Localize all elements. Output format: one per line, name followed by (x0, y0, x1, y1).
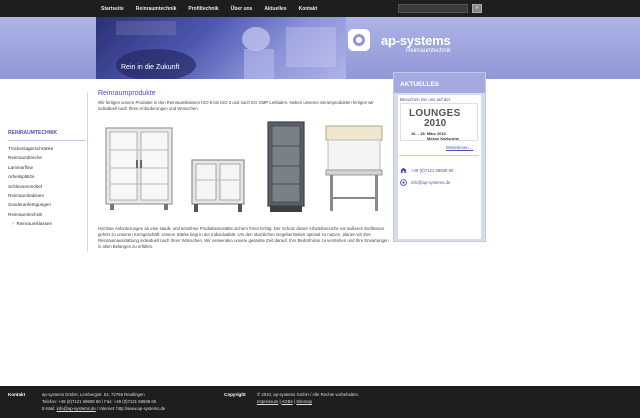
logo-subtitle: Reinraumtechnik (406, 48, 452, 54)
search-button[interactable]: » (472, 4, 482, 13)
nav-kontakt[interactable]: Kontakt (299, 6, 318, 12)
description-text: Höchste Anforderungen an eine staub- und… (98, 226, 389, 249)
footer-web-prefix: / Internet: (95, 406, 117, 411)
sidebar-item-arbeitsplaetze[interactable]: Arbeitsplätze (8, 172, 86, 181)
sidebar-item-sonderanfertigungen[interactable]: Sonderanfertigungen (8, 200, 86, 209)
nav-profiltechnik[interactable]: Profiltechnik (188, 6, 218, 12)
lounges-banner[interactable]: LOUNGES 2010 16. - 18. März 2010 Messe K… (400, 103, 478, 141)
read-more-link[interactable]: Weiterlesen ... (446, 145, 473, 150)
news-visit-text: Besuchen Sie uns auf der (400, 97, 451, 102)
sidebar-item-reinraumtechnik[interactable]: Reinraumtechnik (8, 210, 86, 219)
sidebar-item-laminarflow[interactable]: Laminarflow (8, 163, 86, 172)
sidebar-item-reinraumklassen[interactable]: Reinraumklassen (8, 219, 86, 228)
header-slogan: Rein in die Zukunft (121, 64, 180, 71)
search-input[interactable] (398, 4, 468, 13)
news-title: AKTUELLES (400, 81, 439, 88)
main-nav: Startseite Reinraumtechnik Profiltechnik… (101, 0, 317, 17)
logo-name: ap-systems (381, 33, 451, 48)
ap-systems-logo-icon[interactable] (348, 29, 370, 51)
product-gallery (98, 118, 390, 218)
sidebar-item-reinraumbreche[interactable]: Reinraumbreche (8, 153, 86, 162)
sidebar-item-trockenlagerschraenke[interactable]: Trockenlagerschränke (8, 144, 86, 153)
nav-startseite[interactable]: Startseite (101, 6, 124, 12)
nav-ueber-uns[interactable]: Über uns (231, 6, 253, 12)
footer-contact-phone: Telefon: +49 (0)7121 69608 60 / Fax: +49… (42, 399, 157, 404)
product-image-laminarflow[interactable] (324, 124, 384, 214)
news-email-link[interactable]: info@ap-systems.de (411, 180, 450, 185)
footer-contact-web: E-Mail: info@ap-systems.de / Internet: h… (42, 406, 165, 412)
product-image-cabinet-tall[interactable] (104, 126, 174, 212)
footer-copyright-text: © 2010, ap-systems GmbH / Alle Rechte vo… (257, 392, 360, 397)
intro-text: Wir fertigen unsere Produkte in den Rein… (98, 100, 374, 111)
footer-copyright-label: Copyright (224, 392, 246, 397)
footer-email-link[interactable]: info@ap-systems.de (57, 406, 96, 411)
nav-reinraumtechnik[interactable]: Reinraumtechnik (136, 6, 177, 12)
impressum-link[interactable]: Impressum (257, 399, 278, 404)
sidebar-title[interactable]: REINRAUMTECHNIK (8, 130, 86, 141)
top-bar (0, 0, 640, 17)
page-title: Reinraumprodukte (98, 90, 156, 97)
lounges-year: 2010 (424, 118, 447, 129)
footer-contact-address: ap-systems GmbH, Lembergstr. 54, 72766 R… (42, 392, 145, 397)
sidebar: REINRAUMTECHNIK Trockenlagerschränke Rei… (8, 130, 86, 229)
product-image-cabinet-low[interactable] (190, 158, 246, 214)
news-phone: +49 (0)7121 69608 60 (400, 167, 453, 174)
news-phone-number: +49 (0)7121 69608 60 (411, 168, 454, 173)
news-divider (399, 155, 479, 156)
footer-legal-links: Impressum | AGBs | Sitemap (257, 399, 312, 405)
main-content: Reinraumprodukte Wir fertigen unsere Pro… (98, 90, 390, 112)
lounges-place: Messe Karlsruhe (427, 136, 460, 141)
at-icon (400, 179, 407, 186)
sidebar-item-schleusenmoebel[interactable]: Schleusenmöbel (8, 182, 86, 191)
phone-icon (400, 167, 407, 174)
footer: Kontakt ap-systems GmbH, Lembergstr. 54,… (0, 386, 640, 418)
product-image-cabinet-dark[interactable] (266, 120, 306, 214)
nav-aktuelles[interactable]: Aktuelles (264, 6, 286, 12)
footer-email-prefix: E-Mail: (42, 406, 57, 411)
footer-web-link[interactable]: http://www.ap-systems.de (116, 406, 165, 411)
footer-contact-label: Kontakt (8, 392, 26, 397)
sidebar-divider (87, 92, 88, 252)
sitemap-link[interactable]: Sitemap (296, 399, 312, 404)
sidebar-item-reinraumkabinen[interactable]: Reinraumkabinen (8, 191, 86, 200)
agbs-link[interactable]: AGBs (282, 399, 293, 404)
news-email: info@ap-systems.de (400, 179, 450, 186)
